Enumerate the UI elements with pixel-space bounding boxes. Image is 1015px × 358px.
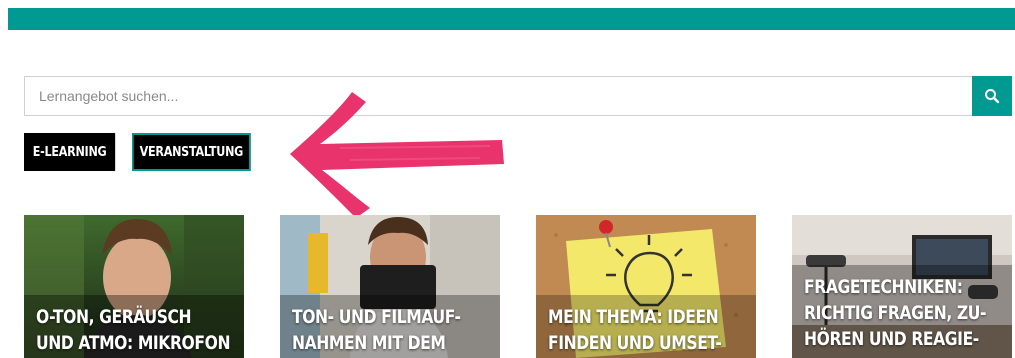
filter-e-learning-button[interactable]: E-LEARNING xyxy=(24,133,116,171)
course-card[interactable]: TON- UND FILMAUF- NAHMEN MIT DEM xyxy=(280,215,500,358)
course-card[interactable]: MEIN THEMA: IDEEN FINDEN UND UMSET- xyxy=(536,215,756,358)
course-card[interactable]: FRAGETECHNIKEN: RICHTIG FRAGEN, ZU- HÖRE… xyxy=(792,215,1012,358)
search-icon xyxy=(985,89,1000,104)
course-card[interactable]: O-TON, GERÄUSCH UND ATMO: MIKROFON xyxy=(24,215,244,358)
card-title: FRAGETECHNIKEN: RICHTIG FRAGEN, ZU- HÖRE… xyxy=(804,276,987,350)
card-title: O-TON, GERÄUSCH UND ATMO: MIKROFON xyxy=(36,306,231,354)
card-title: TON- UND FILMAUF- NAHMEN MIT DEM xyxy=(292,306,461,354)
search-button[interactable] xyxy=(972,76,1012,116)
card-title: MEIN THEMA: IDEEN FINDEN UND UMSET- xyxy=(548,306,722,354)
filter-veranstaltung-button[interactable]: VERANSTALTUNG xyxy=(132,133,251,171)
arrow-left-icon xyxy=(290,92,504,218)
header-accent-bar xyxy=(8,8,1015,30)
